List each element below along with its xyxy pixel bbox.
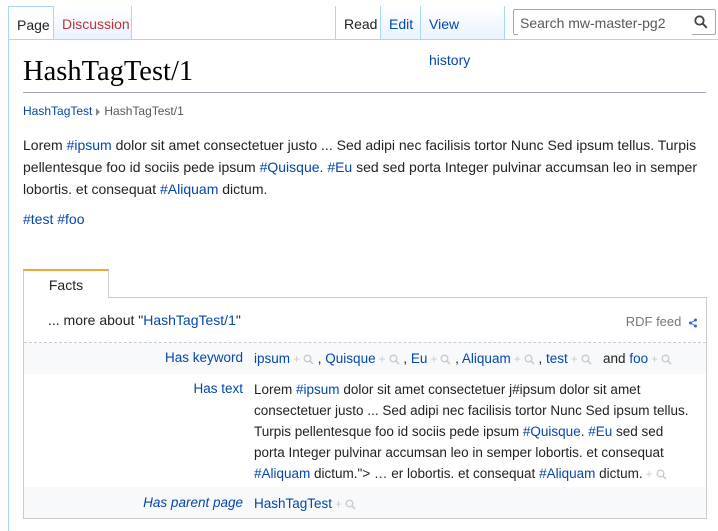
factbox-title: ... more about "HashTagTest/1" bbox=[48, 312, 241, 328]
text: dictum. bbox=[595, 466, 643, 481]
search-input[interactable] bbox=[518, 11, 692, 35]
factbox-title-link[interactable]: HashTagTest/1 bbox=[143, 312, 236, 328]
rdf-feed-link[interactable]: RDF feed bbox=[626, 314, 698, 329]
fact-row-text: Has text Lorem #ipsum dolor sit amet con… bbox=[24, 374, 706, 487]
factbox: ... more about "HashTagTest/1" RDF feed … bbox=[23, 297, 707, 519]
plus-icon[interactable]: + bbox=[430, 352, 437, 366]
tab-bar: Page Discussion Read Edit View history bbox=[0, 0, 718, 68]
tab-view-history[interactable]: View history bbox=[421, 6, 505, 68]
property-has-keyword[interactable]: Has keyword bbox=[165, 350, 243, 365]
magnifier-icon[interactable] bbox=[440, 354, 451, 365]
plus-icon[interactable]: + bbox=[651, 352, 658, 366]
title-divider bbox=[23, 92, 706, 93]
tab-facts[interactable]: Facts bbox=[23, 269, 109, 298]
property-has-parent-page[interactable]: Has parent page bbox=[143, 495, 243, 510]
keyword-value[interactable]: Eu bbox=[411, 351, 428, 366]
hashtag-link[interactable]: #Aliquam bbox=[539, 466, 595, 481]
text: and bbox=[603, 351, 626, 366]
share-icon bbox=[689, 318, 697, 328]
magnifier-icon[interactable] bbox=[389, 354, 400, 365]
breadcrumb-arrow-icon bbox=[96, 107, 101, 116]
keyword-values: ipsum + , Quisque + , Eu + , Aliquam + , tes… bbox=[254, 348, 694, 370]
fact-row-parent: Has parent page HashTagTest + bbox=[24, 487, 706, 518]
hashtag-link[interactable]: #ipsum bbox=[67, 137, 112, 153]
magnifier-icon[interactable] bbox=[345, 499, 356, 510]
body-paragraph: Lorem #ipsum dolor sit amet consectetuer… bbox=[23, 134, 703, 200]
keyword-value[interactable]: Aliquam bbox=[462, 351, 511, 366]
keyword-value[interactable]: Quisque bbox=[325, 351, 375, 366]
breadcrumb: HashTagTest HashTagTest/1 bbox=[23, 104, 184, 118]
page-title: HashTagTest/1 bbox=[23, 56, 194, 87]
fact-row-keyword: Has keyword ipsum + , Quisque + , Eu + , Al… bbox=[24, 343, 706, 374]
hashtag-link[interactable]: #test bbox=[23, 211, 53, 227]
hashtag-link[interactable]: #ipsum bbox=[296, 382, 340, 397]
search-icon[interactable] bbox=[694, 15, 708, 29]
tab-edit[interactable]: Edit bbox=[381, 6, 421, 39]
plus-icon[interactable]: + bbox=[379, 352, 386, 366]
hashtag-link[interactable]: #Aliquam bbox=[254, 466, 310, 481]
hashtag-link[interactable]: #Quisque bbox=[260, 159, 320, 175]
magnifier-icon[interactable] bbox=[581, 354, 592, 365]
keyword-value[interactable]: foo bbox=[629, 351, 648, 366]
text: ... more about " bbox=[48, 312, 144, 328]
tab-read[interactable]: Read bbox=[335, 6, 381, 39]
factbox-header: ... more about "HashTagTest/1" RDF feed bbox=[24, 298, 706, 343]
search-box bbox=[513, 9, 716, 35]
hashtag-link[interactable]: #Aliquam bbox=[160, 181, 218, 197]
hashtag-link[interactable]: #Eu bbox=[327, 159, 352, 175]
plus-icon[interactable]: + bbox=[293, 352, 300, 366]
hashtag-paragraph: #test #foo bbox=[23, 208, 703, 230]
hashtag-link[interactable]: #Eu bbox=[588, 424, 612, 439]
tab-page[interactable]: Page bbox=[8, 6, 54, 39]
keyword-value[interactable]: ipsum bbox=[254, 351, 290, 366]
text: Lorem bbox=[23, 137, 67, 153]
plus-icon[interactable]: + bbox=[571, 352, 578, 366]
text: dictum. bbox=[218, 181, 268, 197]
text: dictum."> … er lobortis. et consequat bbox=[310, 466, 540, 481]
property-has-text[interactable]: Has text bbox=[193, 381, 243, 396]
text-value: Lorem #ipsum dolor sit amet consectetuer… bbox=[254, 379, 694, 485]
rdf-feed-label: RDF feed bbox=[625, 314, 682, 329]
magnifier-icon[interactable] bbox=[303, 354, 314, 365]
text: Lorem bbox=[254, 382, 297, 397]
breadcrumb-current: HashTagTest/1 bbox=[104, 104, 184, 118]
text: " bbox=[235, 312, 241, 328]
plus-icon[interactable]: + bbox=[335, 497, 342, 511]
hashtag-link[interactable]: #Quisque bbox=[523, 424, 581, 439]
magnifier-icon[interactable] bbox=[661, 354, 672, 365]
tab-discussion[interactable]: Discussion bbox=[54, 6, 132, 39]
keyword-value[interactable]: test bbox=[546, 351, 568, 366]
plus-icon[interactable]: + bbox=[514, 352, 521, 366]
plus-icon[interactable]: + bbox=[646, 467, 653, 481]
magnifier-icon[interactable] bbox=[656, 469, 667, 480]
magnifier-icon[interactable] bbox=[524, 354, 535, 365]
parent-value: HashTagTest + bbox=[254, 493, 694, 515]
breadcrumb-parent-link[interactable]: HashTagTest bbox=[23, 104, 92, 118]
parent-page-link[interactable]: HashTagTest bbox=[254, 496, 332, 511]
hashtag-link[interactable]: #foo bbox=[57, 211, 84, 227]
